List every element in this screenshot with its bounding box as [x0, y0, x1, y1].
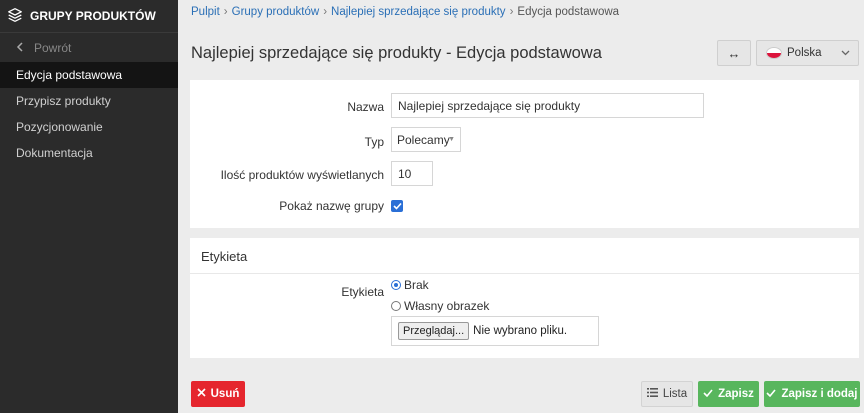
- sidebar-item-label: Dokumentacja: [16, 146, 93, 160]
- breadcrumb: Pulpit › Grupy produktów › Najlepiej sprzeda…: [191, 6, 619, 18]
- radio-none[interactable]: [391, 280, 401, 290]
- name-value: Najlepiej sprzedające się produkty: [398, 98, 581, 113]
- delete-button[interactable]: Usuń: [191, 381, 245, 407]
- save-and-add-button[interactable]: Zapisz i dodaj: [764, 381, 860, 407]
- show-name-checkbox[interactable]: [391, 200, 403, 212]
- save-label: Zapisz: [718, 388, 754, 400]
- radio-none-label: Brak: [404, 278, 429, 292]
- check-icon: [392, 202, 402, 210]
- sidebar-item-label: Pozycjonowanie: [16, 120, 103, 134]
- basic-form-panel: Nazwa Najlepiej sprzedające się produkty…: [190, 80, 859, 228]
- save-button[interactable]: Zapisz: [698, 381, 759, 407]
- sidebar-title: GRUPY PRODUKTÓW: [30, 9, 156, 23]
- count-value: 10: [398, 166, 412, 181]
- back-label: Powrót: [34, 41, 72, 55]
- chevron-left-icon: [16, 41, 24, 55]
- name-input[interactable]: Najlepiej sprzedające się produkty: [391, 93, 704, 118]
- file-status: Nie wybrano pliku.: [473, 325, 568, 337]
- delete-label: Usuń: [210, 388, 240, 400]
- list-icon: [646, 388, 658, 400]
- sidebar-item-basic-edit[interactable]: Edycja podstawowa: [0, 62, 178, 88]
- sidebar-header: GRUPY PRODUKTÓW: [0, 0, 178, 33]
- label-field-label: Etykieta: [341, 285, 384, 299]
- resize-button[interactable]: ↔: [717, 40, 751, 66]
- section-divider: [190, 273, 859, 274]
- breadcrumb-link-dashboard[interactable]: Pulpit: [191, 6, 220, 18]
- caret-down-icon: ▼: [448, 136, 455, 143]
- name-label: Nazwa: [347, 100, 384, 114]
- page-title: Najlepiej sprzedające się produkty - Edy…: [191, 44, 602, 62]
- breadcrumb-separator: ›: [223, 6, 228, 18]
- radio-custom-image-label: Własny obrazek: [404, 299, 490, 313]
- check-icon: [766, 388, 777, 400]
- breadcrumb-separator: ›: [323, 6, 328, 18]
- language-label: Polska: [787, 47, 822, 59]
- file-input[interactable]: Przeglądaj... Nie wybrano pliku.: [391, 316, 599, 346]
- layers-icon: [6, 6, 24, 27]
- type-select[interactable]: Polecamy ▼: [391, 127, 461, 152]
- count-label: Ilość produktów wyświetlanych: [220, 168, 384, 182]
- sidebar-item-seo[interactable]: Pozycjonowanie: [0, 114, 178, 140]
- list-button[interactable]: Lista: [641, 381, 693, 407]
- breadcrumb-current: Edycja podstawowa: [517, 6, 620, 18]
- type-value: Polecamy: [397, 132, 450, 147]
- label-panel: Etykieta Etykieta Brak Własny obrazek Pr…: [190, 238, 859, 358]
- sidebar-item-assign-products[interactable]: Przypisz produkty: [0, 88, 178, 114]
- breadcrumb-separator: ›: [509, 6, 514, 18]
- show-name-label: Pokaż nazwę grupy: [279, 199, 384, 213]
- save-add-label: Zapisz i dodaj: [781, 388, 858, 400]
- type-label: Typ: [364, 135, 384, 149]
- sidebar-item-label: Przypisz produkty: [16, 94, 111, 108]
- count-input[interactable]: 10: [391, 161, 433, 186]
- main-content: Pulpit › Grupy produktów › Najlepiej sprzeda…: [178, 0, 864, 413]
- radio-custom-image[interactable]: [391, 301, 401, 311]
- sidebar-item-docs[interactable]: Dokumentacja: [0, 140, 178, 166]
- sidebar-item-label: Edycja podstawowa: [16, 68, 123, 82]
- poland-flag-icon: [767, 48, 781, 58]
- back-link[interactable]: Powrót: [0, 34, 178, 62]
- browse-button[interactable]: Przeglądaj...: [398, 322, 470, 340]
- check-icon: [703, 388, 713, 400]
- chevron-down-icon: [841, 48, 850, 58]
- arrows-horizontal-icon: ↔: [727, 45, 741, 61]
- language-select[interactable]: Polska: [756, 40, 859, 66]
- breadcrumb-link-product-groups[interactable]: Grupy produktów: [232, 6, 320, 18]
- close-icon: [197, 388, 206, 400]
- list-label: Lista: [662, 388, 688, 400]
- sidebar: GRUPY PRODUKTÓW Powrót Edycja podstawowa…: [0, 0, 178, 413]
- breadcrumb-link-group[interactable]: Najlepiej sprzedające się produkty: [331, 6, 506, 18]
- section-title: Etykieta: [201, 249, 248, 264]
